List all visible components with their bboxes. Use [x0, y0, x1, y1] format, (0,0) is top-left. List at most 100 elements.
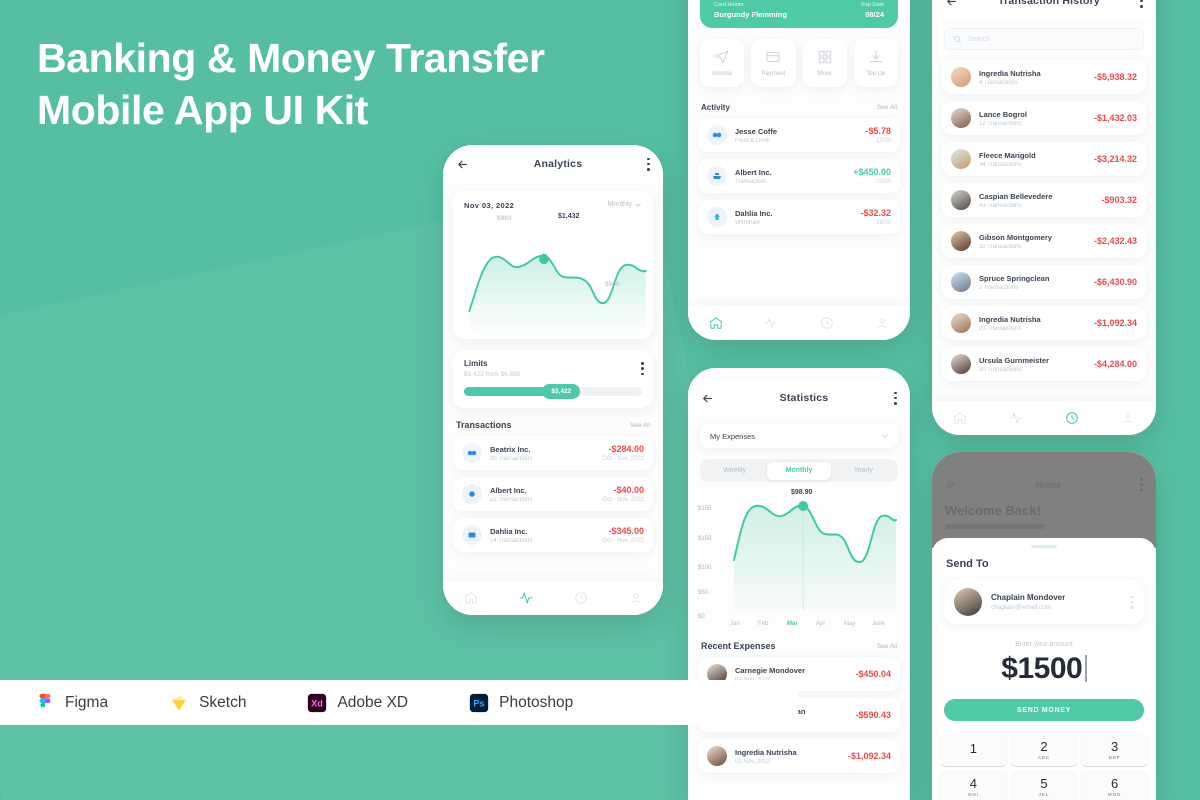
- limits-progress-bar[interactable]: $3,422: [464, 384, 642, 399]
- send-money-phone: Home Welcome Back! Send To Chaplain Mond…: [932, 452, 1156, 800]
- limits-progress-knob[interactable]: $3,422: [542, 384, 581, 399]
- x-tick: Apr: [816, 621, 826, 627]
- keypad-key-5[interactable]: 5 JKL: [1010, 770, 1078, 800]
- row-amount: -$903.32: [1101, 195, 1137, 205]
- table-row[interactable]: Ingredia Nutrisha 23 Transactions -$1,092…: [942, 306, 1146, 340]
- bottom-nav: [443, 581, 663, 615]
- row-date: Oct - Nov, 2022: [602, 497, 644, 503]
- software-label: Adobe XD: [337, 693, 409, 711]
- back-arrow-icon[interactable]: [456, 158, 469, 171]
- table-row[interactable]: Ingredia Nutrisha 4 Transactions -$5,938.…: [942, 60, 1146, 94]
- more-vertical-icon[interactable]: [1140, 0, 1143, 8]
- limits-more-icon[interactable]: [641, 362, 644, 375]
- key-digit: 5: [1040, 775, 1048, 791]
- more-vertical-icon[interactable]: [647, 157, 650, 171]
- table-row[interactable]: Gibson Montgomery 32 Transactions -$2,432…: [942, 224, 1146, 258]
- amount-input[interactable]: $1500: [932, 652, 1156, 686]
- more-vertical-icon[interactable]: [1131, 595, 1134, 609]
- home-icon[interactable]: [709, 316, 723, 330]
- sheet-title: Send To: [946, 558, 989, 570]
- list-item[interactable]: Dahlia Inc. Withdraw -$32.32 18/30: [698, 200, 900, 234]
- action-more[interactable]: More: [802, 39, 847, 87]
- key-letters: ABC: [1037, 754, 1051, 760]
- profile-icon[interactable]: [1121, 411, 1135, 425]
- activity-icon[interactable]: [1009, 411, 1023, 425]
- keypad-key-4[interactable]: 4 GHI: [940, 770, 1007, 800]
- activity-icon[interactable]: [519, 591, 533, 605]
- action-label: Income: [712, 71, 732, 77]
- avatar: [707, 125, 727, 145]
- row-subtitle: 2 Transactions: [979, 284, 1019, 291]
- table-row[interactable]: Beatrix Inc. 30 Transactions -$284.00 Oc…: [453, 436, 653, 470]
- row-amount: -$5,938.32: [1093, 72, 1137, 82]
- row-subtitle: 32 Transactions: [979, 243, 1022, 250]
- limits-card: Limits $3,422 from $6,890 $3,422: [453, 350, 653, 408]
- recent-expenses-see-all[interactable]: See All: [877, 643, 897, 650]
- expenses-dropdown[interactable]: My Expenses: [700, 424, 898, 448]
- table-row[interactable]: Fleece Marigold 34 Transactions -$3,214.3…: [942, 142, 1146, 176]
- action-income[interactable]: Income: [700, 39, 745, 87]
- recent-expenses-header: Recent Expenses See All: [688, 627, 910, 657]
- table-row[interactable]: Lance Bogrol 12 Transactions -$1,432.03: [942, 101, 1146, 135]
- analytics-chart-plot: $963 $1,432 $500: [453, 213, 653, 331]
- more-vertical-icon[interactable]: [894, 391, 897, 405]
- more-vertical-icon[interactable]: [1140, 478, 1143, 491]
- list-item[interactable]: Albert Inc. Transaction +$450.00 10/20: [698, 159, 900, 193]
- keypad-key-3[interactable]: 3 DEF: [1081, 733, 1148, 766]
- contact-name: Chaplain Mondover: [991, 593, 1066, 602]
- sheet-grabber[interactable]: [1031, 545, 1057, 548]
- avatar: [951, 108, 971, 128]
- photoshop-icon: Ps: [469, 693, 489, 712]
- profile-icon[interactable]: [875, 316, 889, 330]
- activity-see-all[interactable]: See All: [877, 104, 897, 111]
- row-subtitle: 14 Transactions: [490, 537, 533, 544]
- list-item[interactable]: Ingredia Nutrisha 01 Nov, 2022 -$1,092.34: [698, 739, 900, 773]
- list-item[interactable]: Jesse Coffe Food & Drink -$5.78 12/30: [698, 118, 900, 152]
- back-arrow-icon[interactable]: [945, 0, 958, 8]
- tab-yearly[interactable]: Yearly: [831, 462, 895, 480]
- recipient-contact[interactable]: Chaplain Mondover chaplain@email.com: [944, 580, 1144, 624]
- table-row[interactable]: Ursula Gurnmeister 30 Transactions -$4,28…: [942, 347, 1146, 381]
- chart-period-label: Monthly: [607, 201, 632, 208]
- table-row[interactable]: Caspian Bellevedere 43 Transactions -$903…: [942, 183, 1146, 217]
- welcome-subtext-placeholder: [945, 524, 1045, 529]
- table-row[interactable]: Albert Inc. 22 Transactions -$40.00 Oct …: [453, 477, 653, 511]
- table-row[interactable]: Dahlia Inc. 14 Transactions -$345.00 Oct…: [453, 518, 653, 552]
- tab-monthly[interactable]: Monthly: [766, 461, 832, 480]
- transactions-see-all[interactable]: See All: [630, 422, 650, 429]
- y-tick: $0: [698, 614, 705, 620]
- keypad-key-2[interactable]: 2 ABC: [1010, 733, 1078, 766]
- tab-weekly[interactable]: Weekly: [703, 462, 767, 480]
- table-row[interactable]: Spruce Springclean 2 Transactions -$6,430…: [942, 265, 1146, 299]
- home-icon[interactable]: [464, 591, 478, 605]
- chart-period-selector[interactable]: Monthly: [607, 201, 641, 208]
- keypad-key-1[interactable]: 1: [940, 733, 1007, 766]
- send-money-button[interactable]: SEND MONEY: [944, 699, 1144, 721]
- send-to-sheet: Send To Chaplain Mondover chaplain@email…: [932, 538, 1156, 800]
- sketch-icon: [172, 695, 186, 710]
- statistics-title: Statistics: [779, 392, 829, 404]
- keypad-key-6[interactable]: 6 MNO: [1081, 770, 1148, 800]
- search-input[interactable]: Search: [944, 28, 1144, 50]
- row-amount: -$345.00: [608, 526, 644, 536]
- action-payment[interactable]: Payment: [751, 39, 796, 87]
- svg-text:Ps: Ps: [474, 698, 485, 708]
- home-icon[interactable]: [953, 411, 967, 425]
- adobe-xd-icon: Xd: [308, 693, 327, 712]
- row-name: Carnegie Mondover: [735, 665, 806, 675]
- key-letters: DEF: [1108, 754, 1121, 760]
- history-icon[interactable]: [574, 591, 588, 605]
- bank-card[interactable]: 2029 4564 0987 1223 Card Holder Burgundy…: [700, 0, 898, 28]
- history-icon[interactable]: [820, 316, 834, 330]
- avatar: [707, 166, 727, 186]
- activity-icon[interactable]: [764, 316, 778, 330]
- row-amount: -$32.32: [860, 208, 891, 218]
- profile-icon[interactable]: [629, 591, 643, 605]
- row-subtitle: Transaction: [735, 178, 767, 185]
- software-photoshop: Ps Photoshop: [408, 692, 573, 714]
- row-amount: -$450.04: [855, 669, 891, 679]
- back-arrow-icon[interactable]: [701, 392, 714, 405]
- history-icon[interactable]: [1065, 411, 1079, 425]
- hamburger-icon[interactable]: [945, 479, 957, 490]
- action-topup[interactable]: Top Up: [853, 39, 898, 87]
